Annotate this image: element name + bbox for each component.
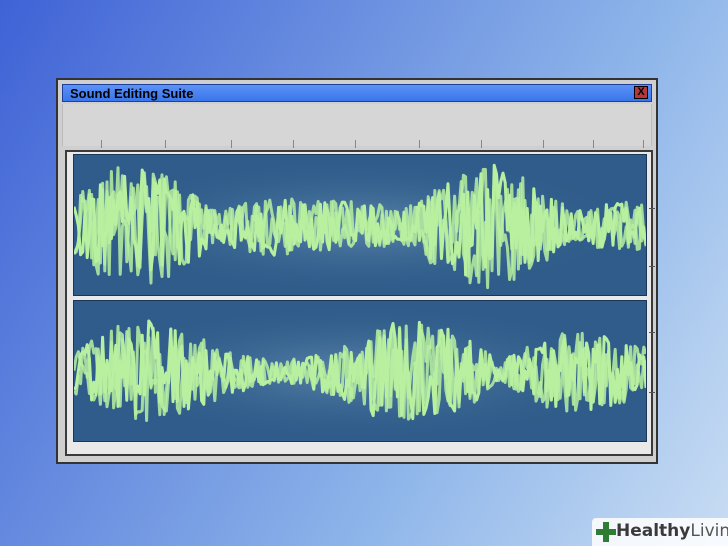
ruler-tick (419, 140, 420, 148)
ruler-tick (293, 140, 294, 148)
window-title: Sound Editing Suite (70, 86, 194, 101)
ruler-tick (101, 140, 102, 148)
close-icon[interactable]: X (634, 86, 648, 99)
ruler-tick (231, 140, 232, 148)
watermark-part1: Healthy (616, 521, 691, 541)
track-marker (649, 266, 655, 267)
ruler-tick (543, 140, 544, 148)
waveform-track-2 (74, 301, 646, 441)
track-marker (649, 392, 655, 393)
audio-track-1[interactable] (73, 154, 647, 296)
track-marker (649, 332, 655, 333)
track-marker (649, 208, 655, 209)
watermark-logo: HealthyLiving (592, 518, 728, 546)
ruler-tick (355, 140, 356, 148)
ruler-tick (481, 140, 482, 148)
ruler-tick (593, 140, 594, 148)
audio-track-2[interactable] (73, 300, 647, 442)
ruler-tick (165, 140, 166, 148)
sound-editor-window: Sound Editing Suite X (56, 78, 658, 464)
medical-cross-icon (596, 522, 616, 542)
watermark-part2: Living (690, 521, 728, 541)
watermark-text: HealthyLiving (616, 521, 728, 541)
waveform-track-1 (74, 155, 646, 295)
timeline-ruler[interactable] (62, 104, 652, 148)
title-bar[interactable]: Sound Editing Suite X (62, 84, 652, 102)
track-area (65, 150, 655, 456)
ruler-tick (643, 140, 644, 148)
